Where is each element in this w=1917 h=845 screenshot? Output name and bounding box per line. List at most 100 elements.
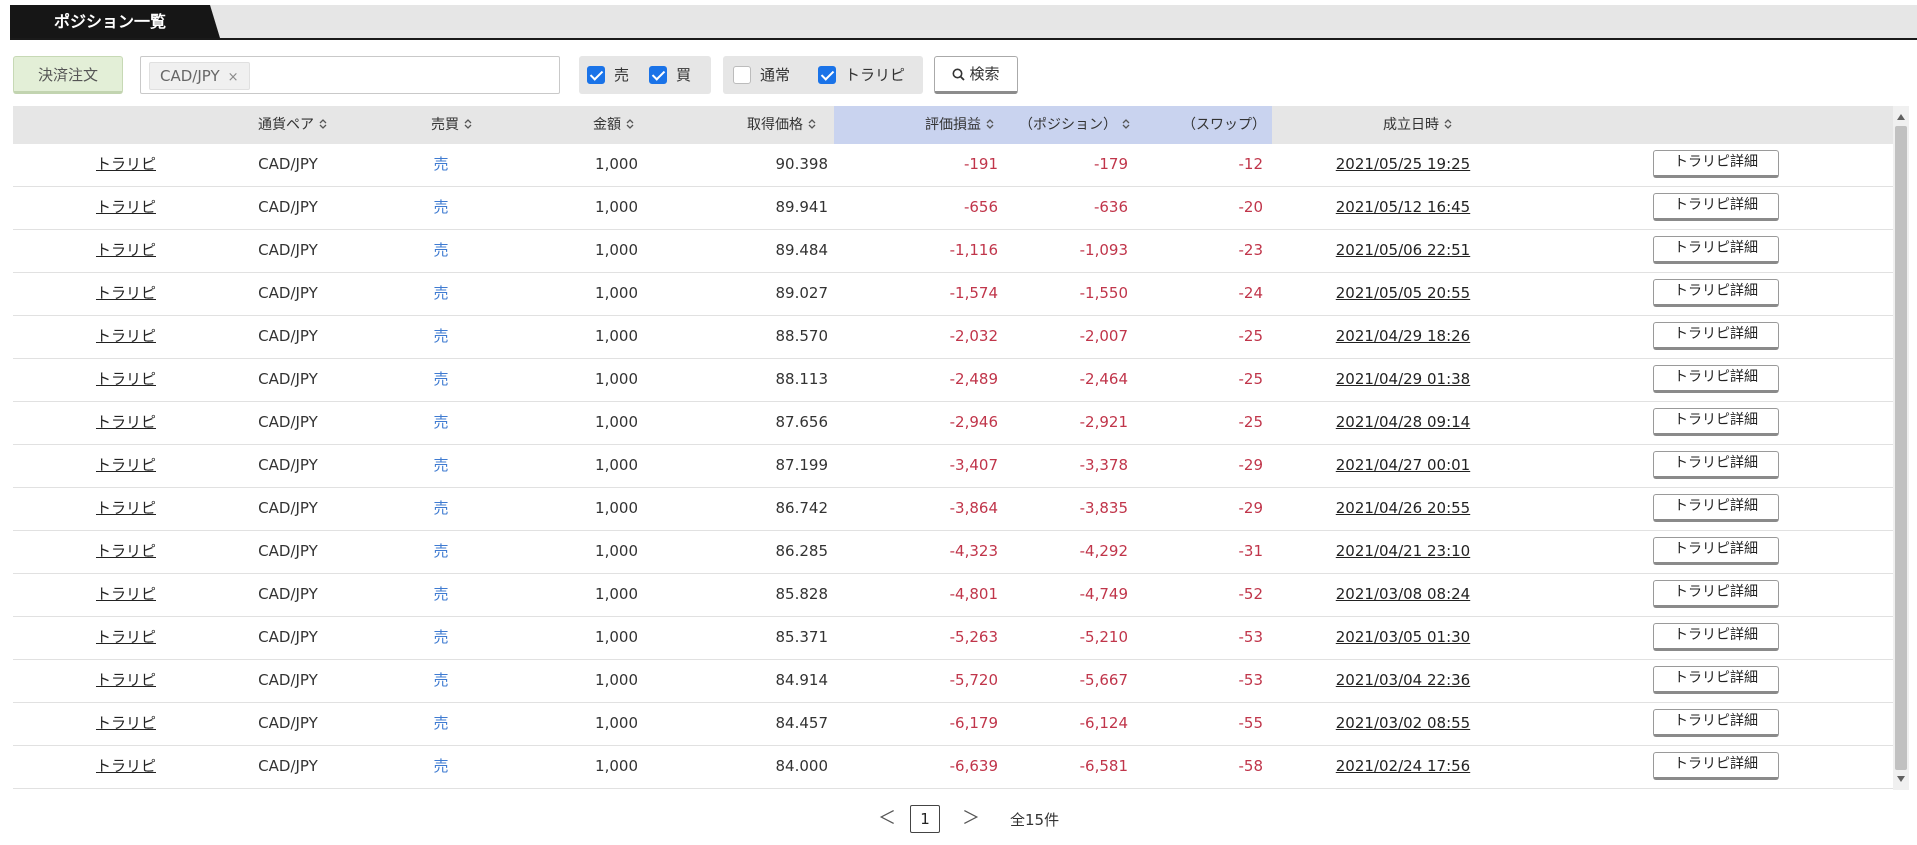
tab-positions[interactable]: ポジション一覧 (10, 5, 220, 38)
header-date[interactable]: 成立日時 (1383, 106, 1452, 144)
row-action-cell: トラリピ詳細 (1653, 746, 1779, 789)
sort-icon (1444, 119, 1452, 129)
check-icon[interactable] (818, 66, 836, 84)
row-type-link[interactable]: トラリピ (71, 359, 181, 402)
row-date-link[interactable]: 2021/05/06 22:51 (1303, 230, 1503, 273)
header-price[interactable]: 取得価格 (747, 106, 816, 144)
row-type-link[interactable]: トラリピ (71, 273, 181, 316)
row-type-link[interactable]: トラリピ (71, 660, 181, 703)
row-amount: 1,000 (595, 757, 638, 775)
row-type-link[interactable]: トラリピ (71, 230, 181, 273)
chip-remove-icon[interactable]: × (228, 70, 239, 85)
row-date-link[interactable]: 2021/03/08 08:24 (1303, 574, 1503, 617)
header-pair[interactable]: 通貨ペア (258, 106, 327, 144)
row-side: 売 (433, 628, 449, 646)
trarepi-detail-button[interactable]: トラリピ詳細 (1653, 709, 1779, 737)
total-count: 全15件 (1010, 811, 1060, 829)
row-date-link[interactable]: 2021/05/05 20:55 (1303, 273, 1503, 316)
trarepi-detail-button[interactable]: トラリピ詳細 (1653, 752, 1779, 780)
trarepi-detail-button[interactable]: トラリピ詳細 (1653, 666, 1779, 694)
row-type-link[interactable]: トラリピ (71, 617, 181, 660)
row-date-link[interactable]: 2021/04/29 18:26 (1303, 316, 1503, 359)
filter-bar: 決済注文 CAD/JPY × 売 買 通常 トラリピ 検索 (13, 56, 1913, 96)
scroll-thumb[interactable] (1895, 126, 1907, 770)
check-icon[interactable] (587, 66, 605, 84)
table-row: トラリピ CAD/JPY 売 1,000 84.000 -6,639 -6,581 -58 20… (13, 746, 1893, 789)
scroll-down-icon[interactable] (1897, 776, 1905, 782)
row-position-pl: -5,210 (1079, 628, 1128, 646)
pair-chip-label: CAD/JPY (160, 67, 220, 85)
row-date-link[interactable]: 2021/04/27 00:01 (1303, 445, 1503, 488)
header-amount[interactable]: 金額 (593, 106, 634, 144)
unchecked-box-icon[interactable] (733, 66, 751, 84)
row-type-link[interactable]: トラリピ (71, 574, 181, 617)
row-date-link[interactable]: 2021/05/12 16:45 (1303, 187, 1503, 230)
row-date-link[interactable]: 2021/03/02 08:55 (1303, 703, 1503, 746)
row-date-link[interactable]: 2021/03/04 22:36 (1303, 660, 1503, 703)
sort-icon (464, 119, 472, 129)
row-pair: CAD/JPY (258, 370, 318, 388)
row-type-link[interactable]: トラリピ (71, 187, 181, 230)
row-action-cell: トラリピ詳細 (1653, 187, 1779, 230)
trarepi-detail-button[interactable]: トラリピ詳細 (1653, 537, 1779, 565)
header-pl[interactable]: 評価損益 (834, 106, 1004, 144)
row-date-link[interactable]: 2021/04/21 23:10 (1303, 531, 1503, 574)
row-type-link[interactable]: トラリピ (71, 316, 181, 359)
table-row: トラリピ CAD/JPY 売 1,000 89.941 -656 -636 -20 2021/0… (13, 187, 1893, 230)
row-date-link[interactable]: 2021/02/24 17:56 (1303, 746, 1503, 789)
row-type-link[interactable]: トラリピ (71, 445, 181, 488)
header-side[interactable]: 売買 (431, 106, 472, 144)
row-pair: CAD/JPY (258, 413, 318, 431)
row-pair: CAD/JPY (258, 628, 318, 646)
trarepi-detail-button[interactable]: トラリピ詳細 (1653, 365, 1779, 393)
row-swap: -31 (1238, 542, 1264, 560)
row-action-cell: トラリピ詳細 (1653, 402, 1779, 445)
settle-order-button[interactable]: 決済注文 (13, 56, 123, 94)
row-date-link[interactable]: 2021/04/26 20:55 (1303, 488, 1503, 531)
row-date-link[interactable]: 2021/05/25 19:25 (1303, 144, 1503, 187)
trarepi-detail-button[interactable]: トラリピ詳細 (1653, 279, 1779, 307)
row-type-link[interactable]: トラリピ (71, 531, 181, 574)
scroll-up-icon[interactable] (1897, 114, 1905, 120)
trarepi-detail-button[interactable]: トラリピ詳細 (1653, 322, 1779, 350)
row-swap: -24 (1238, 284, 1264, 302)
trarepi-detail-button[interactable]: トラリピ詳細 (1653, 623, 1779, 651)
search-button[interactable]: 検索 (934, 56, 1018, 94)
trarepi-detail-button[interactable]: トラリピ詳細 (1653, 236, 1779, 264)
row-pl: -4,801 (949, 585, 998, 603)
table-scrollbar[interactable] (1893, 106, 1909, 790)
row-side: 売 (433, 585, 449, 603)
row-position-pl: -2,464 (1079, 370, 1128, 388)
row-position-pl: -2,921 (1079, 413, 1128, 431)
next-page-icon[interactable]: ＞ (962, 810, 980, 828)
row-amount: 1,000 (595, 628, 638, 646)
check-icon[interactable] (649, 66, 667, 84)
trarepi-detail-button[interactable]: トラリピ詳細 (1653, 451, 1779, 479)
trarepi-detail-button[interactable]: トラリピ詳細 (1653, 580, 1779, 608)
header-position[interactable]: （ポジション） (1004, 106, 1138, 144)
row-type-link[interactable]: トラリピ (71, 402, 181, 445)
trarepi-detail-button[interactable]: トラリピ詳細 (1653, 494, 1779, 522)
row-side: 売 (433, 198, 449, 216)
row-type-link[interactable]: トラリピ (71, 488, 181, 531)
row-swap: -25 (1238, 327, 1264, 345)
prev-page-icon[interactable]: ＜ (878, 810, 896, 828)
row-date-link[interactable]: 2021/04/28 09:14 (1303, 402, 1503, 445)
row-position-pl: -4,749 (1079, 585, 1128, 603)
table-row: トラリピ CAD/JPY 売 1,000 87.656 -2,946 -2,921 -25 20… (13, 402, 1893, 445)
row-price: 86.742 (775, 499, 829, 517)
row-type-link[interactable]: トラリピ (71, 703, 181, 746)
row-price: 89.941 (775, 198, 829, 216)
trarepi-detail-button[interactable]: トラリピ詳細 (1653, 193, 1779, 221)
trarepi-detail-button[interactable]: トラリピ詳細 (1653, 408, 1779, 436)
page-number-current[interactable]: 1 (910, 805, 940, 833)
row-date-link[interactable]: 2021/03/05 01:30 (1303, 617, 1503, 660)
row-type-link[interactable]: トラリピ (71, 144, 181, 187)
row-type-link[interactable]: トラリピ (71, 746, 181, 789)
row-pl: -6,639 (949, 757, 998, 775)
row-amount: 1,000 (595, 671, 638, 689)
trarepi-detail-button[interactable]: トラリピ詳細 (1653, 150, 1779, 178)
pair-filter-input[interactable]: CAD/JPY × (140, 56, 560, 94)
row-date-link[interactable]: 2021/04/29 01:38 (1303, 359, 1503, 402)
table-row: トラリピ CAD/JPY 売 1,000 85.828 -4,801 -4,749 -52 20… (13, 574, 1893, 617)
